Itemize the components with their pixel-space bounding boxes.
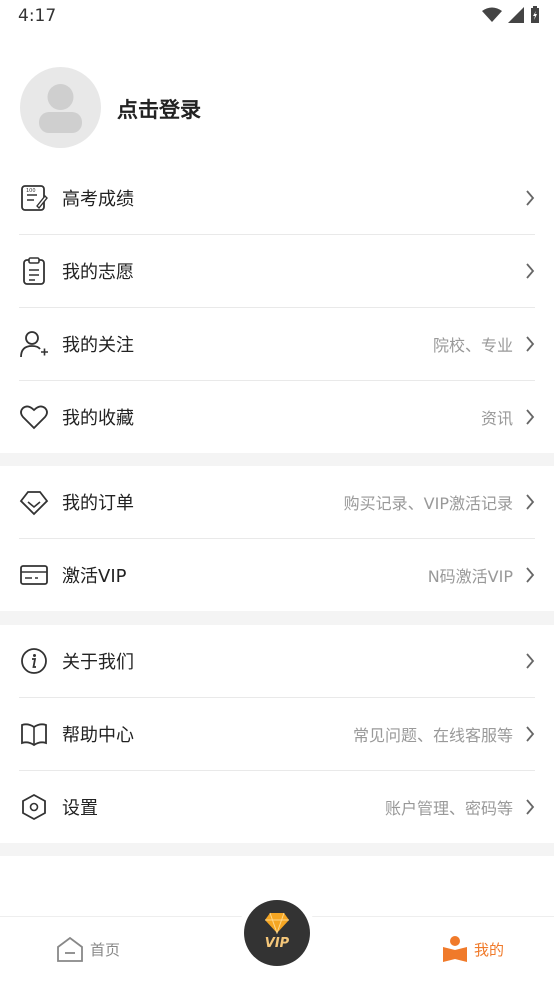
menu-item-about-us[interactable]: 关于我们 (19, 625, 535, 698)
user-add-icon (20, 331, 48, 358)
menu-sub: 院校、专业 (432, 336, 513, 355)
home-icon (57, 936, 83, 962)
chevron-right-icon (526, 494, 535, 510)
card-icon (20, 565, 48, 585)
default-avatar-icon (39, 84, 82, 133)
menu-item-activate-vip[interactable]: 激活VIP N码激活VIP (19, 539, 535, 611)
chevron-right-icon (526, 263, 535, 279)
menu-item-my-follow[interactable]: 我的关注 院校、专业 (19, 308, 535, 381)
battery-icon (531, 6, 539, 23)
score-icon: 100 (21, 185, 48, 211)
clipboard-icon (23, 257, 45, 285)
menu-label: 我的关注 (62, 335, 134, 356)
book-icon (21, 723, 47, 747)
chevron-right-icon (526, 190, 535, 206)
info-icon (21, 648, 47, 674)
chevron-right-icon (526, 409, 535, 425)
menu-sub: N码激活VIP (427, 567, 513, 586)
diamond-icon (265, 912, 289, 934)
diamond-icon (19, 491, 49, 516)
heart-icon (20, 405, 48, 430)
menu-sub: 常见问题、在线客服等 (352, 726, 513, 745)
status-bar: 4:17 (0, 0, 554, 32)
vip-button[interactable]: VIP (244, 900, 310, 966)
menu-sub: 资讯 (480, 409, 513, 428)
menu-label: 激活VIP (62, 566, 127, 587)
tab-mine-label: 我的 (474, 940, 505, 959)
menu-section-3: 关于我们 帮助中心 常见问题、在线客服等 设置 账户管理、密码等 (0, 625, 554, 843)
login-link[interactable]: 点击登录 (117, 94, 201, 124)
status-time: 4:17 (18, 6, 57, 26)
menu-label: 帮助中心 (62, 725, 134, 746)
menu-label: 设置 (62, 798, 98, 819)
chevron-right-icon (526, 726, 535, 742)
chevron-right-icon (526, 799, 535, 815)
menu-sub: 购买记录、VIP激活记录 (343, 494, 513, 513)
chevron-right-icon (526, 336, 535, 352)
vip-label: VIP (264, 936, 290, 951)
svg-text:100: 100 (26, 188, 36, 194)
menu-label: 关于我们 (62, 652, 134, 673)
signal-icon (508, 7, 524, 23)
tab-mine[interactable]: 我的 (442, 935, 504, 963)
menu-item-my-orders[interactable]: 我的订单 购买记录、VIP激活记录 (19, 466, 535, 539)
menu-item-help-center[interactable]: 帮助中心 常见问题、在线客服等 (19, 698, 535, 771)
hexagon-icon (22, 793, 46, 821)
chevron-right-icon (526, 567, 535, 583)
menu-item-gaokao-score[interactable]: 100 高考成绩 (19, 162, 535, 235)
wifi-icon (482, 7, 502, 22)
menu-label: 我的收藏 (62, 408, 134, 429)
chevron-right-icon (526, 653, 535, 669)
menu-label: 我的志愿 (62, 262, 134, 283)
tab-home-label: 首页 (90, 940, 121, 959)
menu-label: 我的订单 (62, 493, 134, 514)
user-book-icon (443, 936, 467, 962)
menu-item-settings[interactable]: 设置 账户管理、密码等 (19, 771, 535, 843)
menu-item-my-favorites[interactable]: 我的收藏 资讯 (19, 381, 535, 453)
menu-section-2: 我的订单 购买记录、VIP激活记录 激活VIP N码激活VIP (0, 466, 554, 611)
menu-sub: 账户管理、密码等 (384, 799, 513, 818)
menu-item-my-volunteer[interactable]: 我的志愿 (19, 235, 535, 308)
profile-header[interactable]: 点击登录 (0, 32, 554, 162)
avatar[interactable] (20, 67, 101, 148)
menu-label: 高考成绩 (62, 189, 134, 210)
tab-home[interactable]: 首页 (56, 935, 120, 963)
menu-section-1: 100 高考成绩 我的志愿 我的关注 院校、专业 我的收藏 资讯 (0, 162, 554, 453)
